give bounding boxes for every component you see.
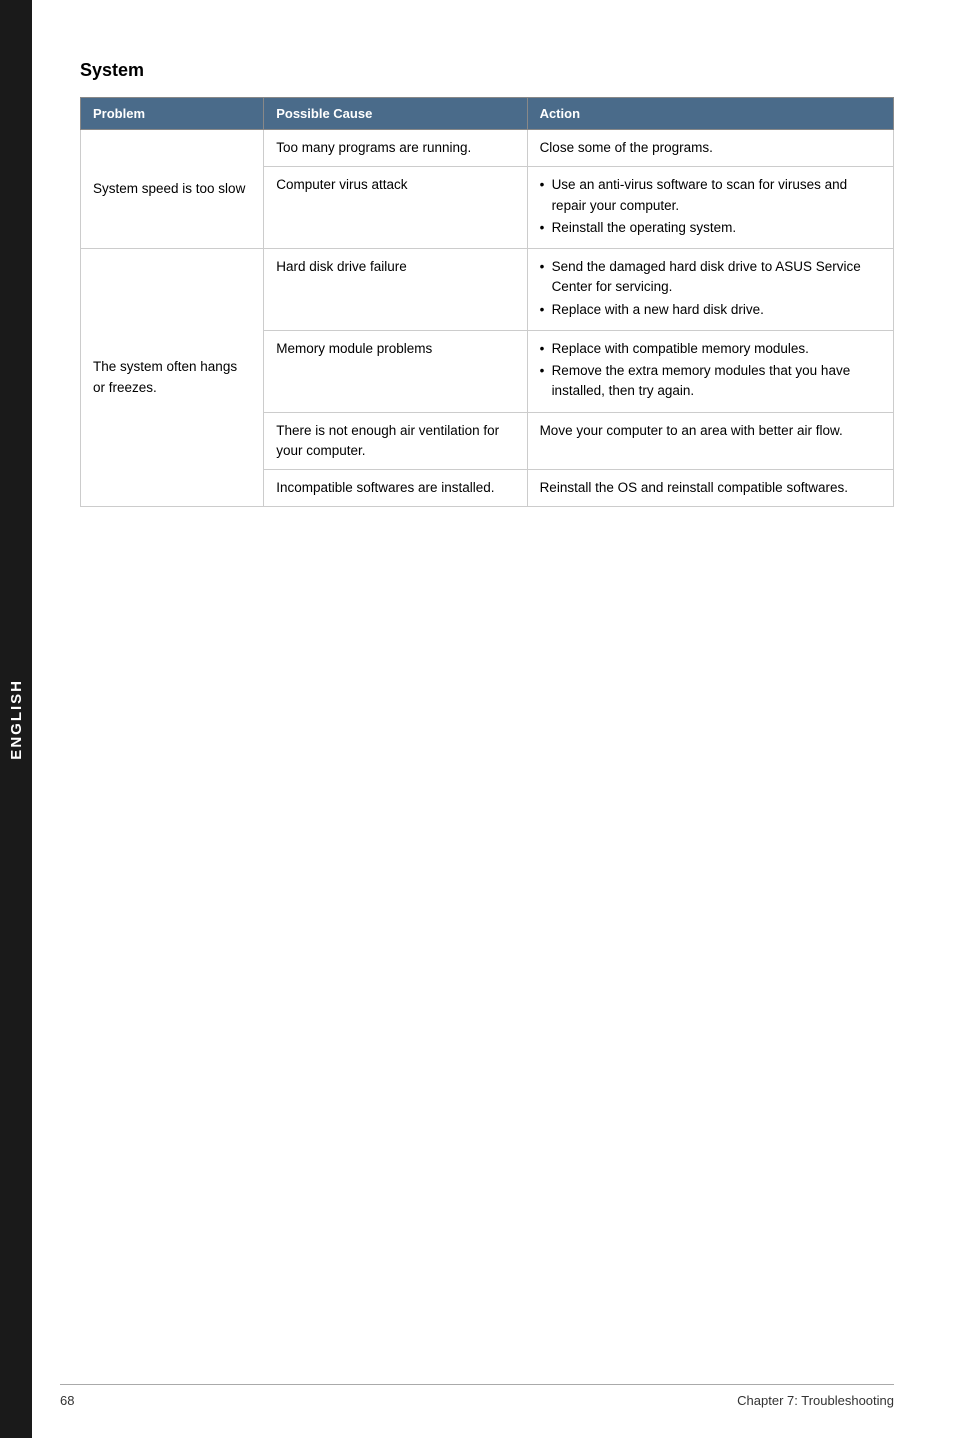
action-bullet-item: Remove the extra memory modules that you…	[540, 361, 881, 402]
sidebar-label: ENGLISH	[8, 679, 25, 760]
action-bullet-item: Replace with compatible memory modules.	[540, 339, 881, 359]
action-bullet-item: Send the damaged hard disk drive to ASUS…	[540, 257, 881, 298]
sidebar: ENGLISH	[0, 0, 32, 1438]
col-header-action: Action	[527, 98, 893, 130]
action-cell: Move your computer to an area with bette…	[527, 412, 893, 470]
footer: 68 Chapter 7: Troubleshooting	[60, 1384, 894, 1408]
footer-chapter: Chapter 7: Troubleshooting	[737, 1393, 894, 1408]
cause-cell: Incompatible softwares are installed.	[264, 470, 527, 507]
col-header-cause: Possible Cause	[264, 98, 527, 130]
table-header-row: Problem Possible Cause Action	[81, 98, 894, 130]
footer-page-number: 68	[60, 1393, 74, 1408]
table-row: The system often hangs or freezes.Hard d…	[81, 249, 894, 331]
action-cell: Reinstall the OS and reinstall compatibl…	[527, 470, 893, 507]
section-title: System	[80, 60, 894, 81]
table-row: System speed is too slowToo many program…	[81, 130, 894, 167]
action-bullet-item: Use an anti-virus software to scan for v…	[540, 175, 881, 216]
cause-cell: Too many programs are running.	[264, 130, 527, 167]
action-cell: Use an anti-virus software to scan for v…	[527, 167, 893, 249]
action-cell: Send the damaged hard disk drive to ASUS…	[527, 249, 893, 331]
action-bullet-item: Reinstall the operating system.	[540, 218, 881, 238]
main-content: System Problem Possible Cause Action Sys…	[40, 0, 954, 567]
cause-cell: Computer virus attack	[264, 167, 527, 249]
cause-cell: There is not enough air ventilation for …	[264, 412, 527, 470]
col-header-problem: Problem	[81, 98, 264, 130]
problem-cell: System speed is too slow	[81, 130, 264, 249]
action-cell: Replace with compatible memory modules.R…	[527, 330, 893, 412]
action-cell: Close some of the programs.	[527, 130, 893, 167]
troubleshoot-table: Problem Possible Cause Action System spe…	[80, 97, 894, 507]
action-bullet-item: Replace with a new hard disk drive.	[540, 300, 881, 320]
cause-cell: Hard disk drive failure	[264, 249, 527, 331]
problem-cell: The system often hangs or freezes.	[81, 249, 264, 507]
cause-cell: Memory module problems	[264, 330, 527, 412]
